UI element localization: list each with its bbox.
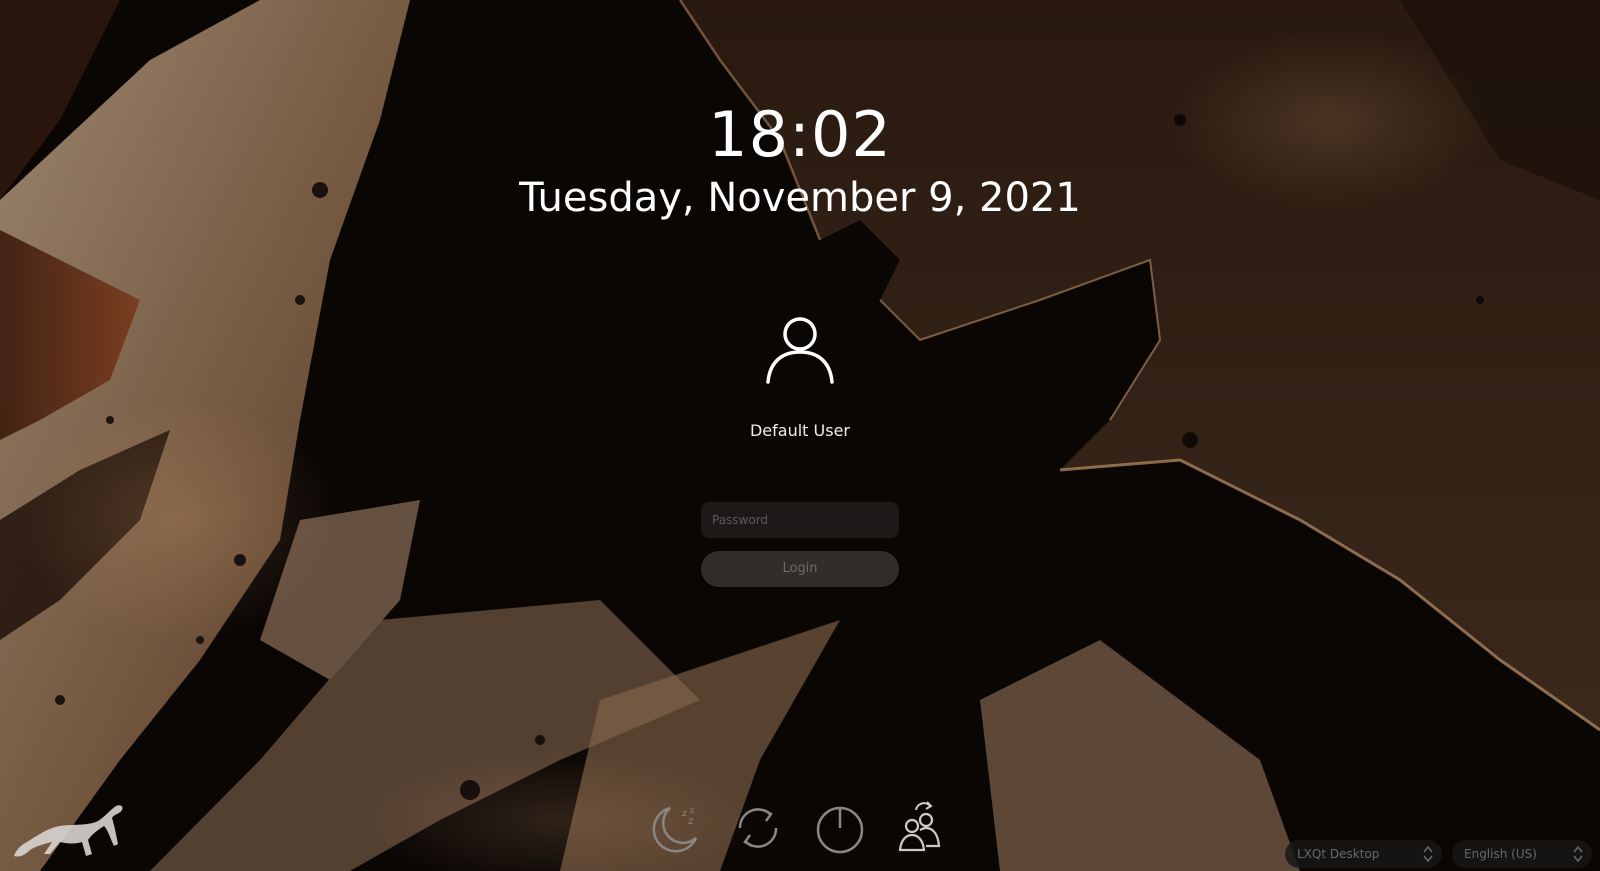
switch-user-button[interactable]: [894, 800, 950, 856]
svg-text:z: z: [682, 809, 687, 819]
user-icon[interactable]: [764, 314, 836, 386]
login-button[interactable]: Login: [701, 551, 899, 587]
suspend-button[interactable]: z z z: [648, 800, 704, 856]
svg-text:z: z: [690, 806, 694, 815]
user-name[interactable]: Default User: [0, 421, 1600, 440]
reboot-button[interactable]: [730, 800, 786, 856]
suspend-icon: z z z: [652, 806, 698, 853]
session-selector[interactable]: LXQt Desktop: [1285, 840, 1442, 868]
shutdown-icon: [816, 806, 864, 854]
up-down-arrows-icon: [1423, 845, 1433, 863]
language-selector-value: English (US): [1464, 847, 1537, 861]
reboot-icon: [738, 808, 778, 848]
language-selector[interactable]: English (US): [1452, 840, 1592, 868]
session-selector-value: LXQt Desktop: [1297, 847, 1380, 861]
login-screen: 18:02 Tuesday, November 9, 2021 Default …: [0, 0, 1600, 871]
clock-date: Tuesday, November 9, 2021: [519, 175, 1081, 221]
shutdown-button[interactable]: [812, 800, 868, 856]
svg-text:z: z: [688, 816, 693, 827]
password-input[interactable]: [701, 502, 899, 538]
switch-user-icon: [898, 801, 941, 852]
leopard-logo-icon: [14, 805, 123, 857]
up-down-arrows-icon: [1573, 845, 1583, 863]
clock-time: 18:02: [708, 98, 892, 171]
